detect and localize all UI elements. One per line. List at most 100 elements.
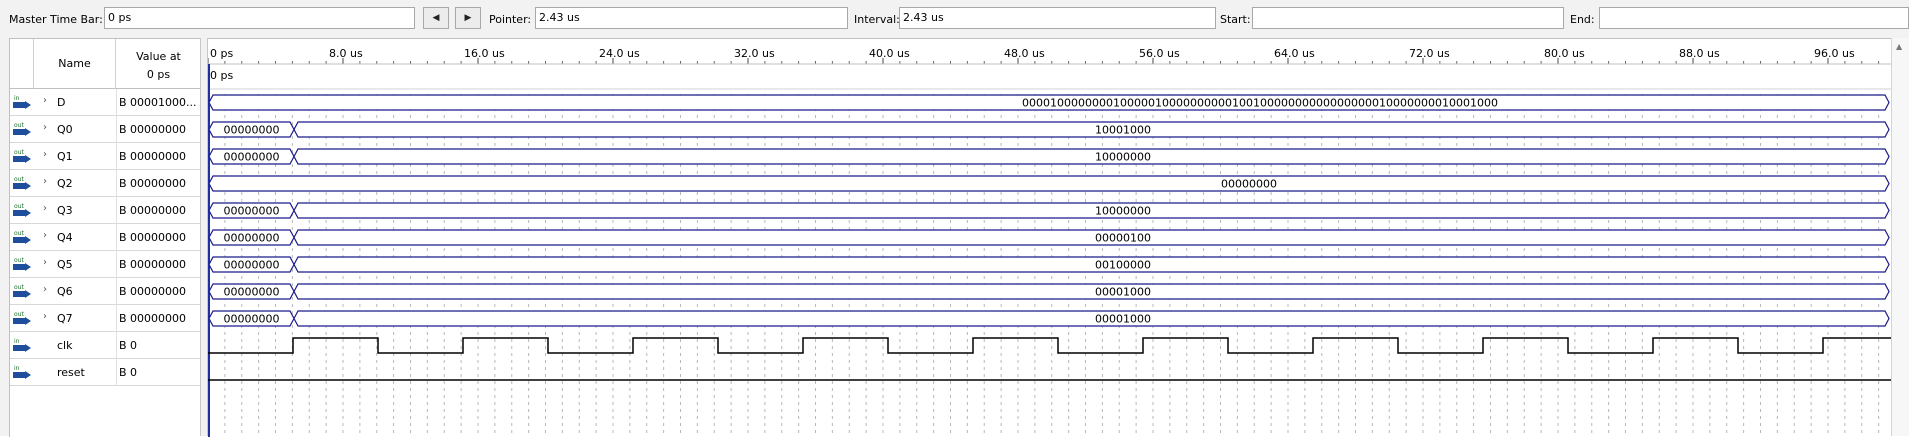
signal-value: B 00000000 — [119, 204, 187, 217]
signal-row-q4[interactable]: out › Q4 B 00000000 — [10, 224, 201, 251]
bus-value-label: 10000000 — [1095, 151, 1151, 164]
type-column-header — [10, 39, 34, 89]
signal-row-q2[interactable]: out › Q2 B 00000000 — [10, 170, 201, 197]
start-label: Start: — [1220, 13, 1251, 26]
expand-chevron-icon[interactable]: › — [43, 257, 47, 268]
start-field[interactable] — [1252, 7, 1564, 29]
pointer-field[interactable]: 2.43 us — [535, 7, 848, 29]
waveform-canvas[interactable]: 0 ps 000010000000010000010000000000100100… — [208, 39, 1891, 437]
signal-value: B 00000000 — [119, 312, 187, 325]
output-pin-icon: out — [13, 203, 31, 217]
bus-segment — [293, 310, 1890, 327]
input-pin-icon: in — [13, 95, 31, 109]
signal-value: B 00000000 — [119, 285, 187, 298]
expand-chevron-icon[interactable]: › — [43, 230, 47, 241]
name-column-header[interactable]: Name — [34, 39, 116, 89]
master-time-bar-field[interactable]: 0 ps — [104, 7, 415, 29]
svg-text:out: out — [14, 230, 24, 237]
svg-text:in: in — [14, 365, 20, 372]
signal-row-d[interactable]: in › D B 00001000... — [10, 89, 201, 116]
signal-row-q1[interactable]: out › Q1 B 00000000 — [10, 143, 201, 170]
column-separator — [116, 359, 117, 386]
signal-value: B 0 — [119, 339, 138, 352]
signal-name: Q5 — [57, 258, 73, 271]
end-label: End: — [1570, 13, 1595, 26]
signal-name: Q1 — [57, 150, 73, 163]
signal-row-clk[interactable]: in clk B 0 — [10, 332, 201, 359]
signal-row-q0[interactable]: out › Q0 B 00000000 — [10, 116, 201, 143]
toolbar: Master Time Bar: 0 ps ◀ ▶ Pointer: 2.43 … — [0, 0, 1909, 39]
bus-value-label: 00000000 — [224, 124, 280, 137]
expand-chevron-icon[interactable]: › — [43, 284, 47, 295]
signal-value: B 00001000... — [119, 96, 197, 109]
signal-name: clk — [57, 339, 73, 352]
expand-chevron-icon[interactable]: › — [43, 176, 47, 187]
output-pin-icon: out — [13, 230, 31, 244]
value-column-header[interactable]: Value at 0 ps — [116, 39, 201, 89]
output-pin-icon: out — [13, 284, 31, 298]
signal-name: D — [57, 96, 66, 109]
bus-value-label: 10000000 — [1095, 205, 1151, 218]
expand-chevron-icon[interactable]: › — [43, 149, 47, 160]
output-pin-icon: out — [13, 257, 31, 271]
previous-transition-button[interactable]: ◀ — [423, 7, 449, 29]
bus-value-label: 10001000 — [1095, 124, 1151, 137]
pointer-label: Pointer: — [489, 13, 532, 26]
panel-splitter[interactable] — [200, 38, 208, 436]
signal-value: B 0 — [119, 366, 138, 379]
value-column-label: Value at — [136, 50, 181, 63]
scroll-up-icon[interactable]: ▲ — [1896, 42, 1902, 51]
signal-row-q7[interactable]: out › Q7 B 00000000 — [10, 305, 201, 332]
bus-value-label: 00001000 — [1095, 313, 1151, 326]
bus-value-label: 00000000 — [224, 313, 280, 326]
output-pin-icon: out — [13, 311, 31, 325]
expand-chevron-icon[interactable]: › — [43, 95, 47, 106]
signal-name: Q6 — [57, 285, 73, 298]
input-pin-icon: in — [13, 365, 31, 379]
svg-text:out: out — [14, 149, 24, 156]
end-field[interactable] — [1599, 7, 1909, 29]
column-separator — [116, 116, 117, 143]
bus-value-label: 00000000 — [224, 259, 280, 272]
interval-field[interactable]: 2.43 us — [899, 7, 1216, 29]
interval-label: Interval: — [854, 13, 900, 26]
bus-segment — [208, 175, 1890, 192]
signal-list-panel: Name Value at 0 ps in › D B 00001000... out ›… — [9, 38, 201, 437]
column-separator — [116, 332, 117, 359]
master-time-bar-label: Master Time Bar: — [9, 13, 103, 26]
signal-row-reset[interactable]: in reset B 0 — [10, 359, 201, 386]
bus-segment — [293, 256, 1890, 273]
name-column-label: Name — [58, 57, 91, 70]
cursor-time-label: 0 ps — [210, 69, 233, 82]
vertical-scrollbar[interactable]: ▲ — [1891, 38, 1909, 436]
expand-chevron-icon[interactable]: › — [43, 311, 47, 322]
waveform-panel[interactable]: 0 ps 8.0 us 16.0 us 24.0 us 32.0 us 40.0 us 48… — [208, 38, 1891, 437]
svg-text:out: out — [14, 311, 24, 318]
input-pin-icon: in — [13, 338, 31, 352]
signal-name: reset — [57, 366, 85, 379]
svg-text:out: out — [14, 203, 24, 210]
left-gutter — [0, 38, 9, 436]
bus-value-label: 00000000 — [224, 151, 280, 164]
bus-value-label: 00000100 — [1095, 232, 1151, 245]
expand-chevron-icon[interactable]: › — [43, 203, 47, 214]
svg-text:out: out — [14, 176, 24, 183]
bus-segment — [293, 148, 1890, 165]
signal-value: B 00000000 — [119, 123, 187, 136]
bus-value-label: 00001000 — [1095, 286, 1151, 299]
right-arrow-icon: ▶ — [464, 13, 472, 23]
signal-row-q5[interactable]: out › Q5 B 00000000 — [10, 251, 201, 278]
signal-row-q3[interactable]: out › Q3 B 00000000 — [10, 197, 201, 224]
next-transition-button[interactable]: ▶ — [455, 7, 481, 29]
signal-name: Q3 — [57, 204, 73, 217]
output-pin-icon: out — [13, 176, 31, 190]
bus-value-label: 00100000 — [1095, 259, 1151, 272]
bus-segment — [293, 202, 1890, 219]
expand-chevron-icon[interactable]: › — [43, 122, 47, 133]
bus-value-label: 00000000 — [224, 286, 280, 299]
bus-segment — [293, 229, 1890, 246]
column-separator — [116, 305, 117, 332]
signal-row-q6[interactable]: out › Q6 B 00000000 — [10, 278, 201, 305]
value-column-time: 0 ps — [146, 68, 171, 81]
column-separator — [116, 89, 117, 116]
